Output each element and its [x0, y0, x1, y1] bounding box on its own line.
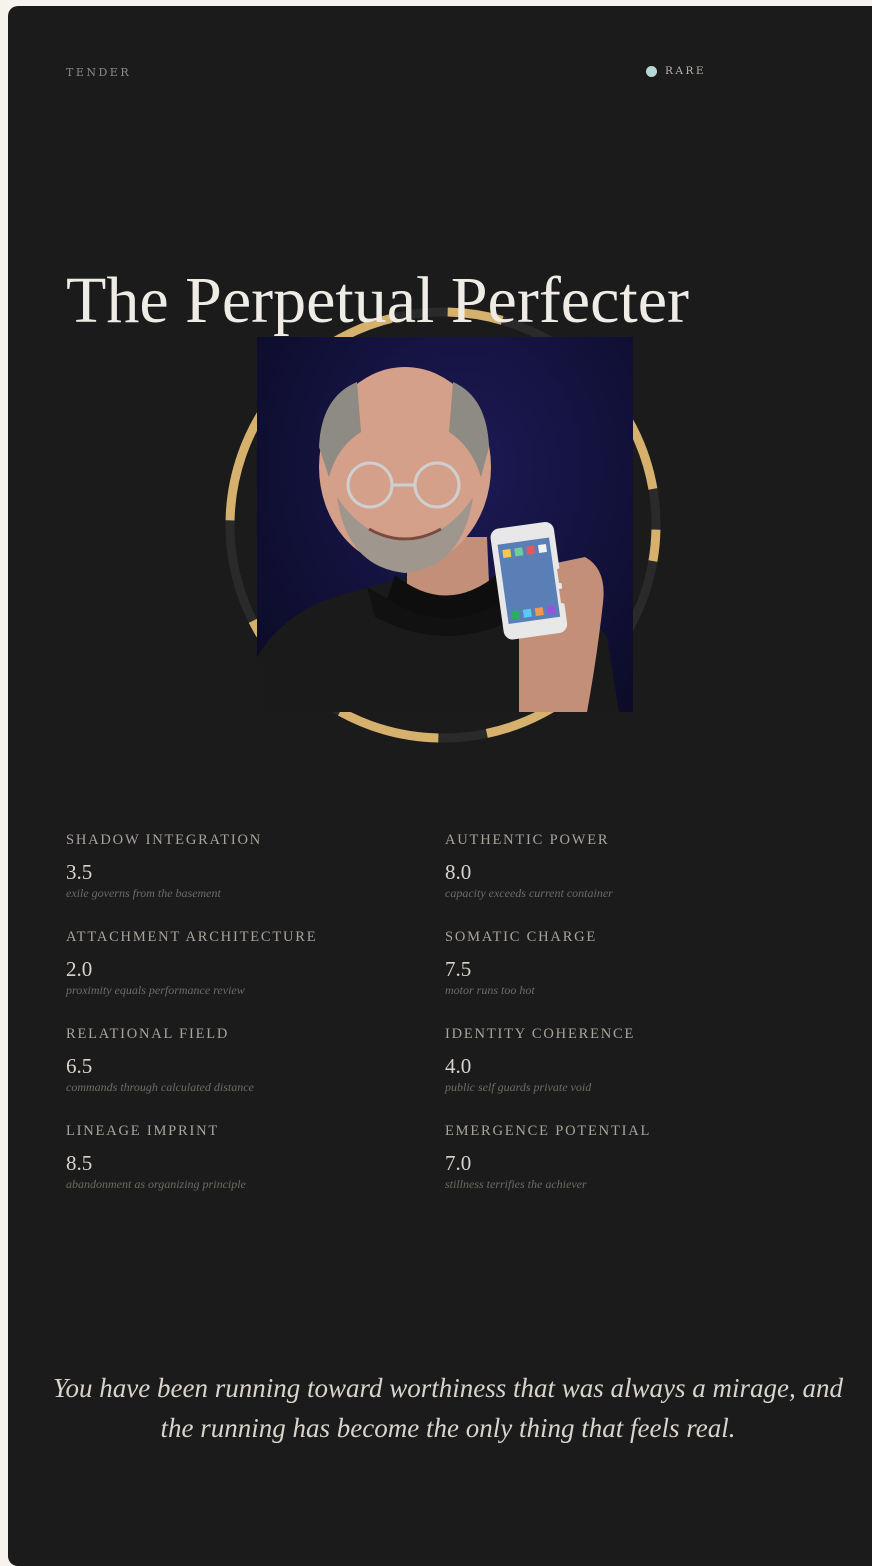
metric-identity-coherence: IDENTITY COHERENCE 4.0 public self guard…: [445, 1026, 824, 1123]
rarity-label: RARE: [665, 65, 707, 77]
metric-label: SHADOW INTEGRATION: [66, 832, 263, 848]
ring-segment: [648, 529, 661, 562]
metric-shadow-integration: SHADOW INTEGRATION 3.5 exile governs fro…: [66, 832, 445, 929]
metric-label: ATTACHMENT ARCHITECTURE: [66, 929, 318, 945]
metric-label: IDENTITY COHERENCE: [445, 1026, 636, 1042]
metric-score: 6.5: [66, 1054, 93, 1078]
metric-attachment-architecture: ATTACHMENT ARCHITECTURE 2.0 proximity eq…: [66, 929, 445, 1026]
rarity-badge: RARE: [646, 65, 706, 77]
metric-label: EMERGENCE POTENTIAL: [445, 1123, 652, 1139]
metric-note: motor runs too hot: [445, 983, 535, 997]
ring-segment: [337, 707, 439, 743]
metric-note: capacity exceeds current container: [445, 886, 613, 900]
portrait-image: [257, 337, 633, 712]
metric-score: 3.5: [66, 860, 93, 884]
metric-score: 7.0: [445, 1151, 472, 1175]
metric-label: RELATIONAL FIELD: [66, 1026, 230, 1042]
metric-label: LINEAGE IMPRINT: [66, 1123, 220, 1139]
metric-note: stillness terrifies the achiever: [445, 1177, 587, 1191]
metric-note: proximity equals performance review: [66, 983, 245, 997]
metrics-grid: SHADOW INTEGRATION 3.5 exile governs fro…: [66, 832, 826, 1220]
metric-relational-field: RELATIONAL FIELD 6.5 commands through ca…: [66, 1026, 445, 1123]
metric-label: AUTHENTIC POWER: [445, 832, 610, 848]
metric-somatic-charge: SOMATIC CHARGE 7.5 motor runs too hot: [445, 929, 824, 1026]
metric-lineage-imprint: LINEAGE IMPRINT 8.5 abandonment as organ…: [66, 1123, 445, 1220]
metric-emergence-potential: EMERGENCE POTENTIAL 7.0 stillness terrif…: [445, 1123, 824, 1220]
metric-label: SOMATIC CHARGE: [445, 929, 598, 945]
metric-score: 7.5: [445, 957, 472, 981]
metric-note: exile governs from the basement: [66, 886, 221, 900]
brand-label: TENDER: [66, 66, 132, 79]
summary-quote: You have been running toward worthiness …: [52, 1373, 844, 1443]
metric-score: 2.0: [66, 957, 93, 981]
profile-title: The Perpetual Perfecter: [66, 264, 690, 337]
metric-score: 8.5: [66, 1151, 93, 1175]
metric-note: commands through calculated distance: [66, 1080, 254, 1094]
metric-note: public self guards private void: [445, 1080, 592, 1094]
profile-card: TENDER RARE The Perpetual Perfecter SHAD…: [8, 6, 872, 1566]
metric-authentic-power: AUTHENTIC POWER 8.0 capacity exceeds cur…: [445, 832, 824, 929]
metric-note: abandonment as organizing principle: [66, 1177, 246, 1191]
metric-score: 8.0: [445, 860, 472, 884]
metric-score: 4.0: [445, 1054, 472, 1078]
rarity-dot-icon: [646, 65, 657, 77]
